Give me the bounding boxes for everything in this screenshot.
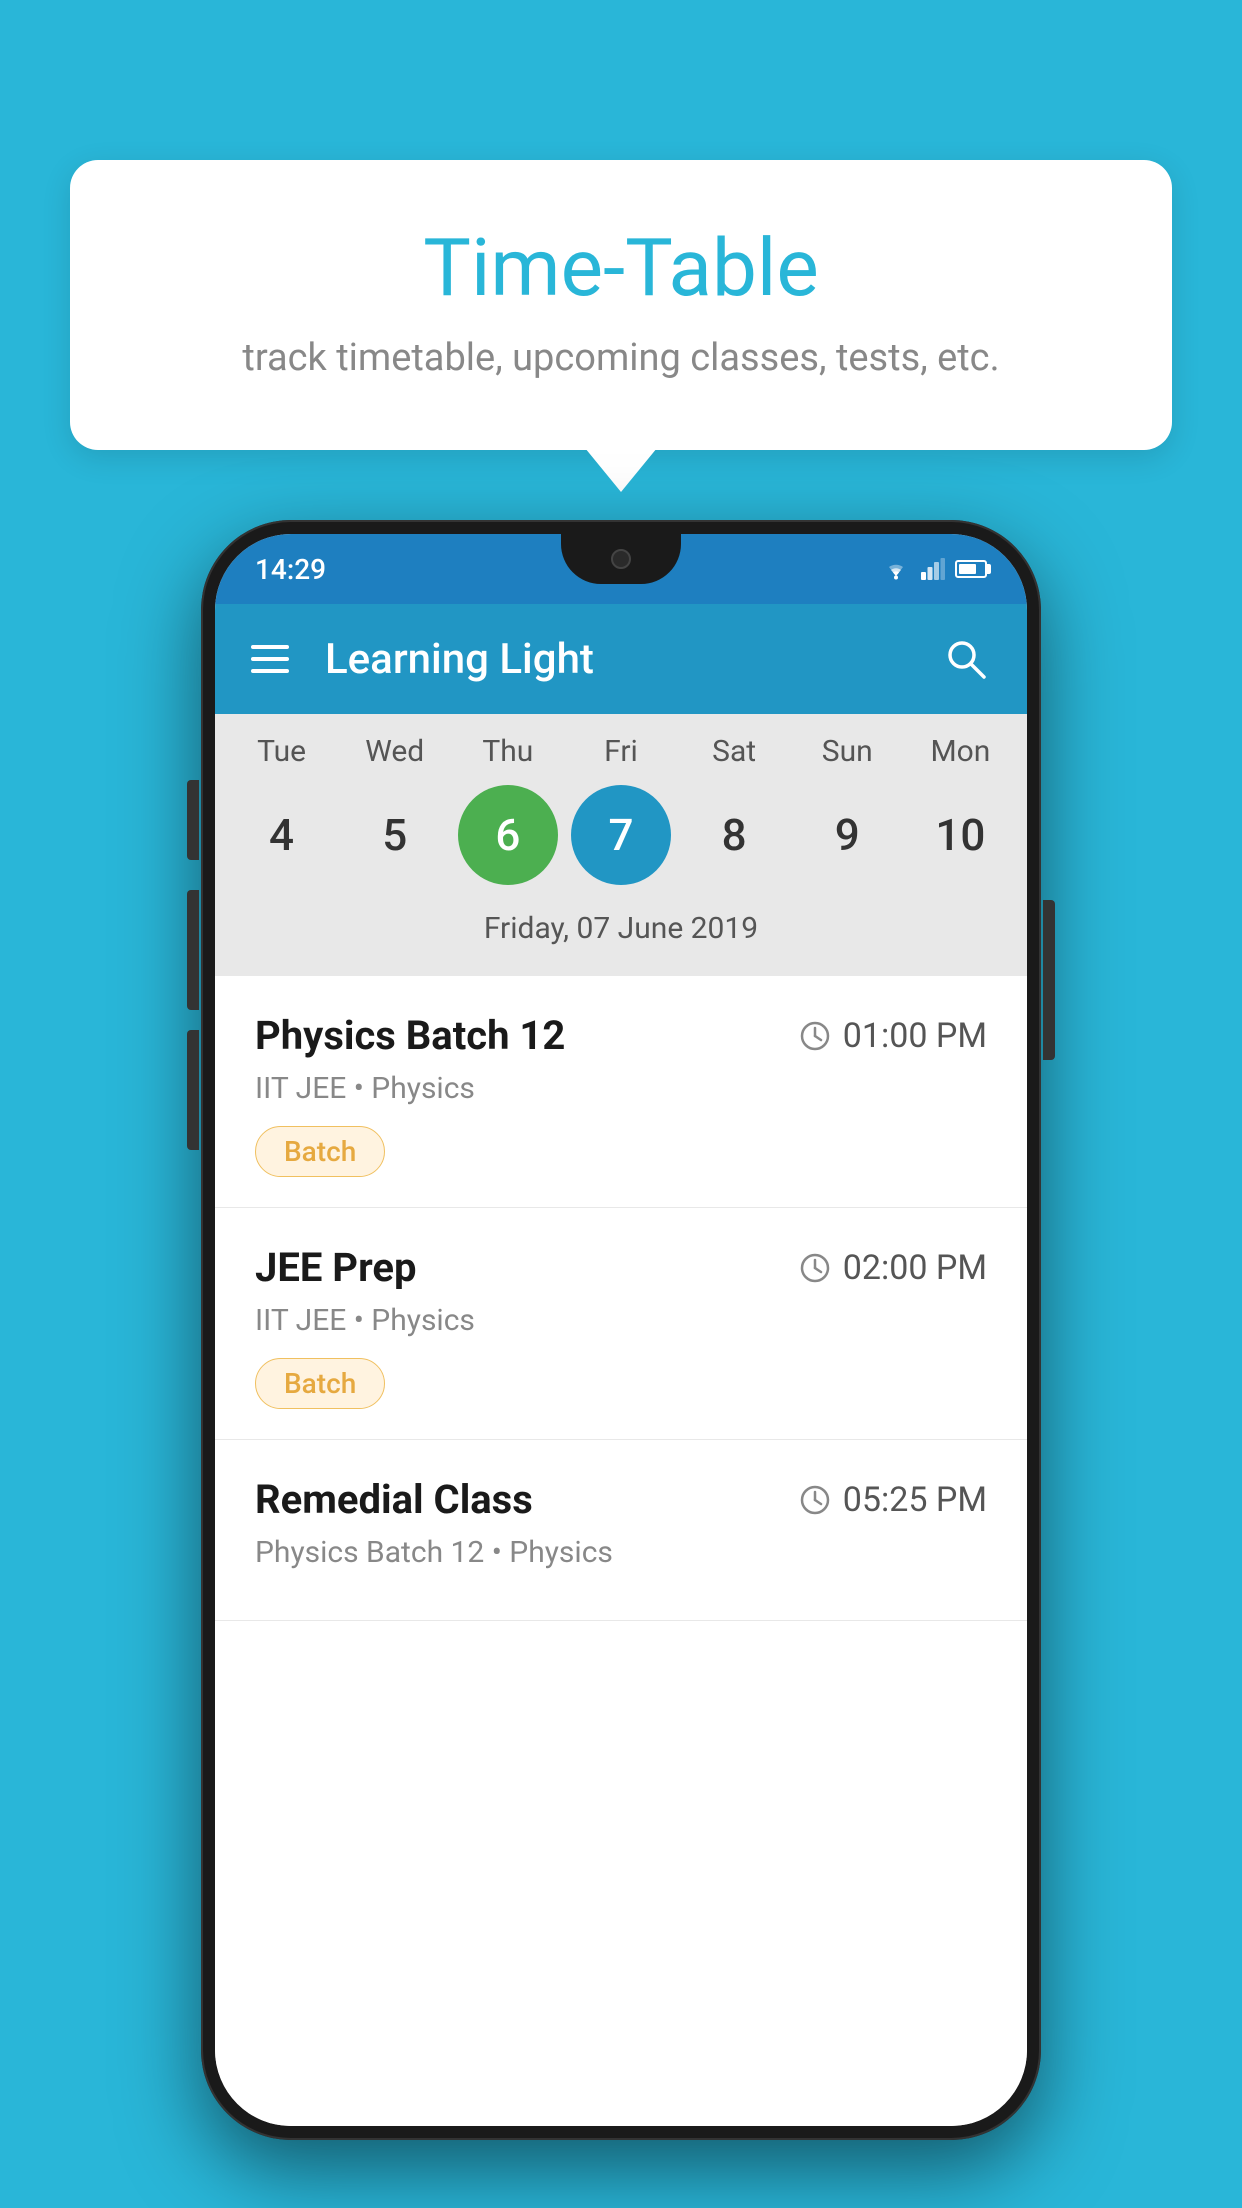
signal-icon — [921, 558, 945, 580]
schedule-item-1-header: Physics Batch 12 01:00 PM — [255, 1012, 987, 1059]
day-9[interactable]: 9 — [797, 785, 897, 885]
day-header-tue: Tue — [232, 734, 332, 769]
schedule-item-3-subtitle: Physics Batch 12 • Physics — [255, 1535, 987, 1570]
status-bar: 14:29 — [215, 534, 1027, 604]
side-button-volume-down2 — [187, 1030, 199, 1150]
day-numbers: 4 5 6 7 8 9 10 — [215, 785, 1027, 901]
day-8[interactable]: 8 — [684, 785, 784, 885]
schedule-item-3-title: Remedial Class — [255, 1476, 533, 1523]
day-header-fri: Fri — [571, 734, 671, 769]
schedule-item-1-time: 01:00 PM — [799, 1016, 987, 1056]
day-6-today[interactable]: 6 — [458, 785, 558, 885]
phone-wrapper: 14:29 — [201, 520, 1041, 2140]
day-4[interactable]: 4 — [232, 785, 332, 885]
calendar-strip: Tue Wed Thu Fri Sat Sun Mon 4 5 6 7 8 9 … — [215, 714, 1027, 976]
selected-date-label: Friday, 07 June 2019 — [215, 901, 1027, 966]
clock-icon-2 — [799, 1252, 831, 1284]
hamburger-line-3 — [251, 669, 289, 673]
schedule-item-2-subtitle: IIT JEE • Physics — [255, 1303, 987, 1338]
schedule-item-3-header: Remedial Class 05:25 PM — [255, 1476, 987, 1523]
clock-icon-1 — [799, 1020, 831, 1052]
day-5[interactable]: 5 — [345, 785, 445, 885]
status-time: 14:29 — [255, 553, 326, 586]
app-bar: Learning Light — [215, 604, 1027, 714]
schedule-item-1[interactable]: Physics Batch 12 01:00 PM IIT JEE • Phys… — [215, 976, 1027, 1208]
clock-icon-3 — [799, 1484, 831, 1516]
schedule-item-1-subtitle: IIT JEE • Physics — [255, 1071, 987, 1106]
search-button[interactable] — [941, 634, 991, 684]
day-header-sun: Sun — [797, 734, 897, 769]
day-header-mon: Mon — [910, 734, 1010, 769]
schedule-item-2-header: JEE Prep 02:00 PM — [255, 1244, 987, 1291]
hamburger-line-1 — [251, 645, 289, 649]
side-button-power — [1043, 900, 1055, 1060]
day-10[interactable]: 10 — [910, 785, 1010, 885]
day-header-thu: Thu — [458, 734, 558, 769]
schedule-item-2-title: JEE Prep — [255, 1244, 416, 1291]
day-7-selected[interactable]: 7 — [571, 785, 671, 885]
schedule-item-3-time: 05:25 PM — [799, 1480, 987, 1520]
camera — [611, 549, 631, 569]
phone-screen: 14:29 — [215, 534, 1027, 2126]
schedule-item-2-time: 02:00 PM — [799, 1248, 987, 1288]
schedule-list: Physics Batch 12 01:00 PM IIT JEE • Phys… — [215, 976, 1027, 2126]
tooltip-subtitle: track timetable, upcoming classes, tests… — [120, 336, 1122, 380]
side-button-volume-down — [187, 890, 199, 1010]
notch — [561, 534, 681, 584]
phone-frame: 14:29 — [201, 520, 1041, 2140]
day-headers: Tue Wed Thu Fri Sat Sun Mon — [215, 734, 1027, 785]
batch-badge-2: Batch — [255, 1358, 385, 1409]
schedule-item-3[interactable]: Remedial Class 05:25 PM Physics Batch 12… — [215, 1440, 1027, 1621]
app-title: Learning Light — [325, 635, 941, 684]
side-button-volume-up — [187, 780, 199, 860]
hamburger-line-2 — [251, 657, 289, 661]
tooltip-title: Time-Table — [120, 220, 1122, 316]
day-header-sat: Sat — [684, 734, 784, 769]
schedule-item-2[interactable]: JEE Prep 02:00 PM IIT JEE • Physics Batc… — [215, 1208, 1027, 1440]
status-icons — [881, 558, 987, 580]
hamburger-menu-button[interactable] — [251, 645, 289, 673]
wifi-icon — [881, 558, 911, 580]
search-icon — [942, 635, 990, 683]
schedule-item-1-title: Physics Batch 12 — [255, 1012, 565, 1059]
battery-icon — [955, 560, 987, 578]
day-header-wed: Wed — [345, 734, 445, 769]
tooltip-card: Time-Table track timetable, upcoming cla… — [70, 160, 1172, 450]
batch-badge-1: Batch — [255, 1126, 385, 1177]
